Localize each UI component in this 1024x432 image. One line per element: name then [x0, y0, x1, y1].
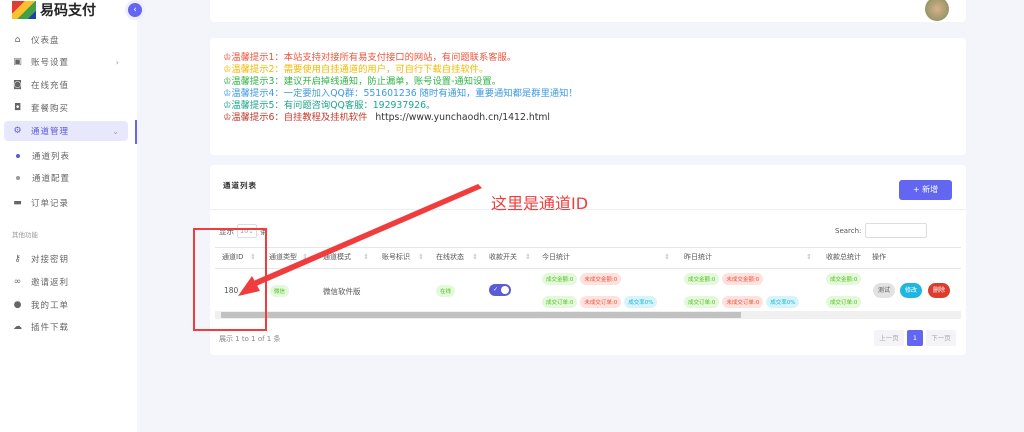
annotation-text: 这里是通道ID [491, 194, 589, 213]
collapse-sidebar-button[interactable]: ‹ [128, 3, 142, 17]
annotation-arrow [238, 184, 482, 296]
